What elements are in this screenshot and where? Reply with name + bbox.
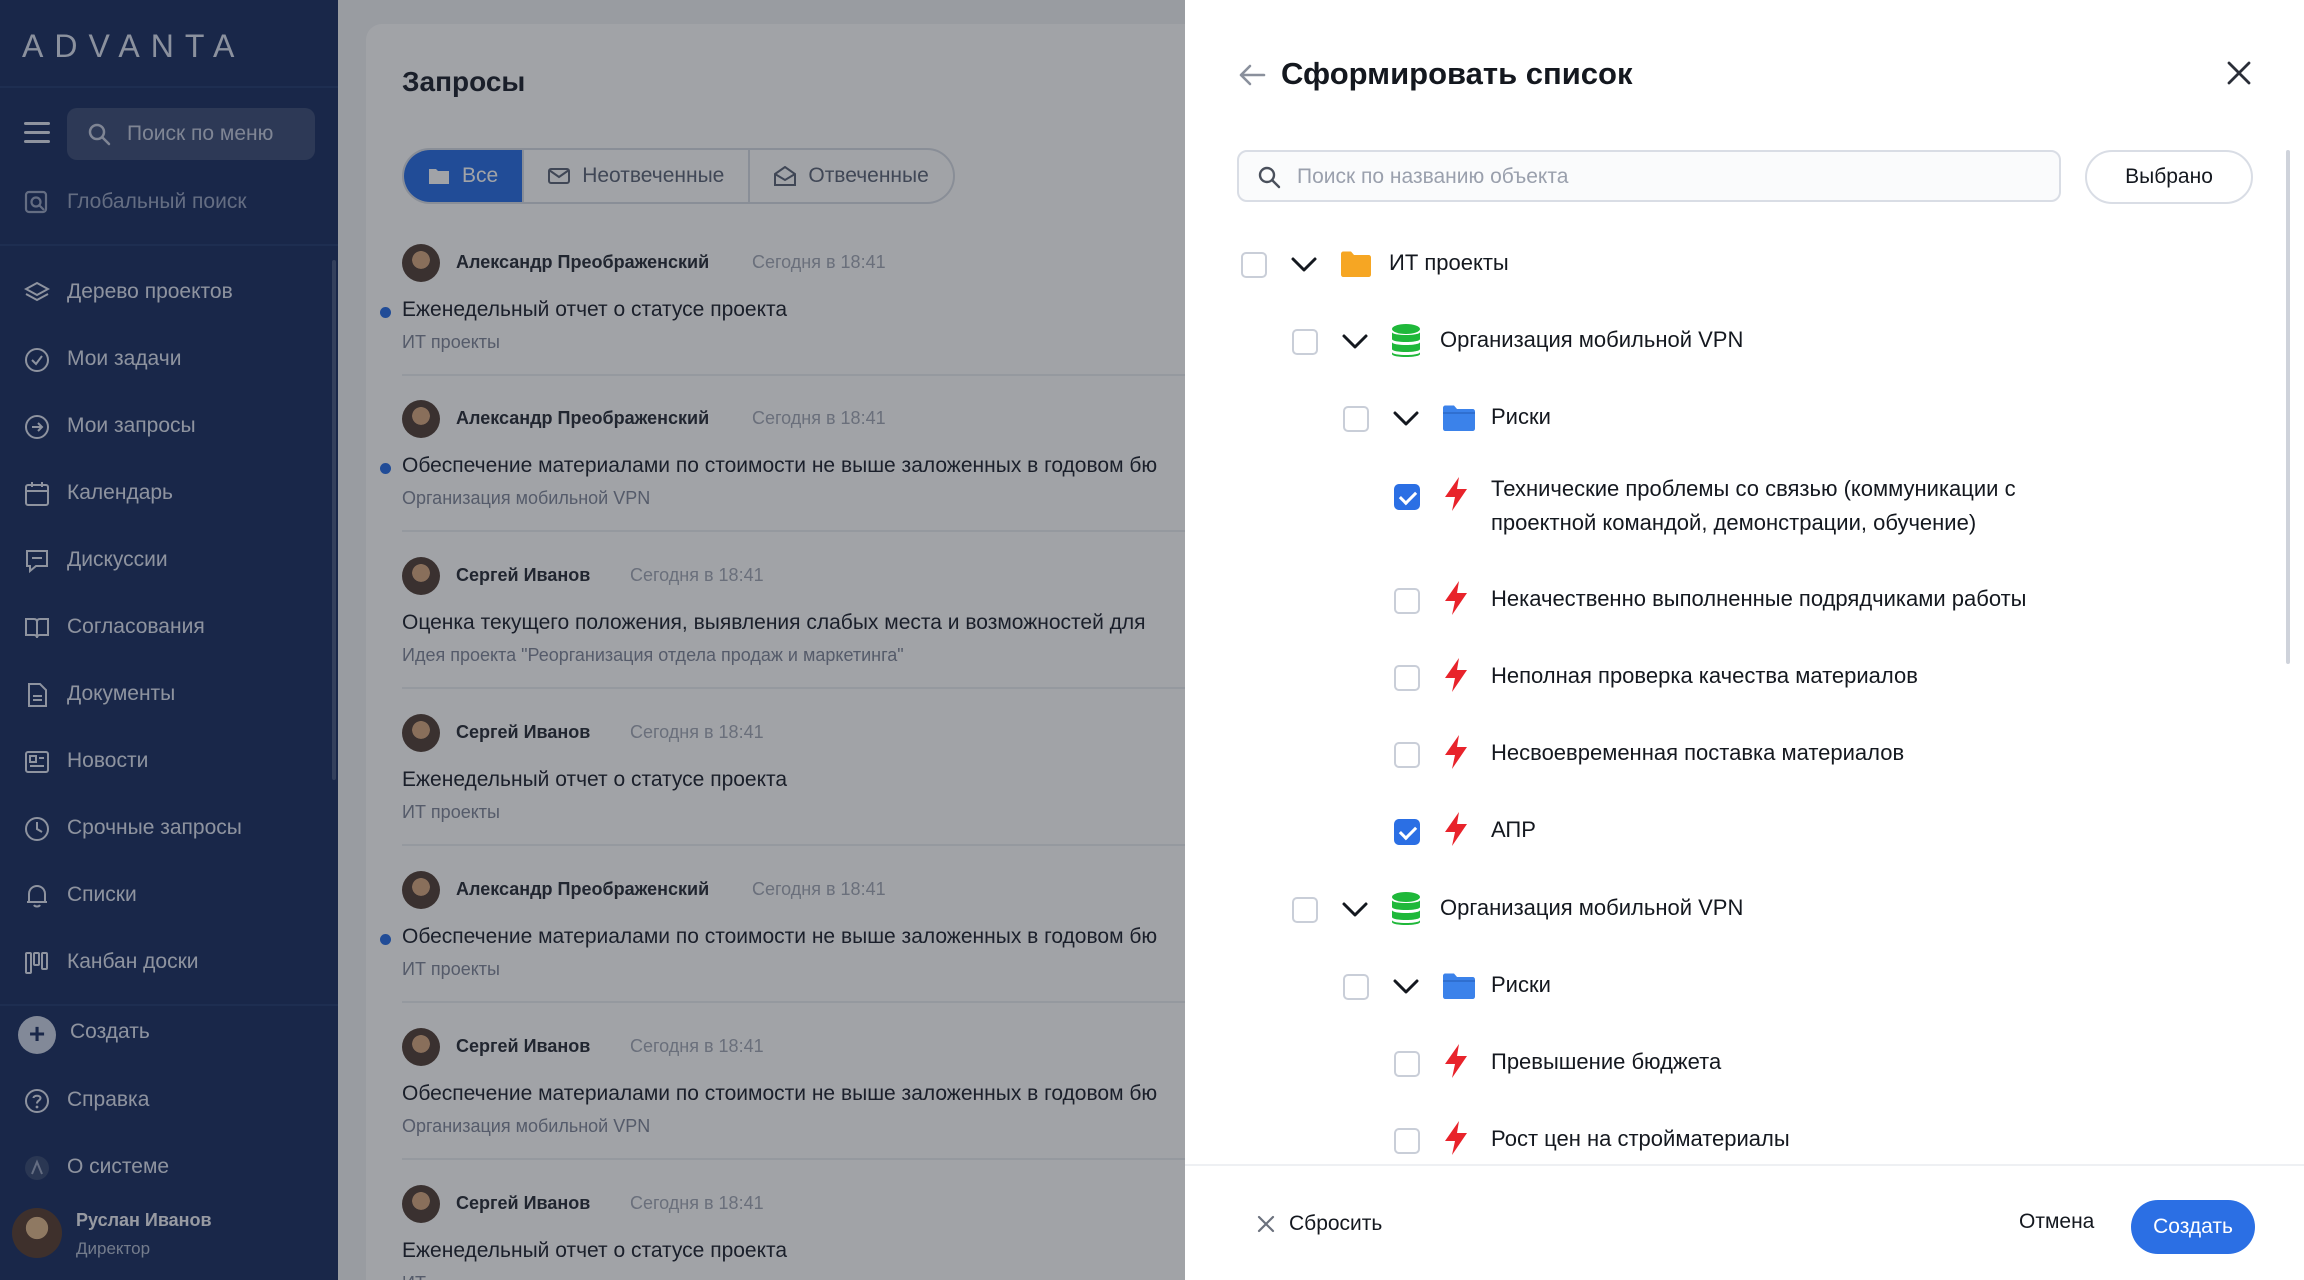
modal-backdrop[interactable] — [0, 0, 1185, 1280]
tree-checkbox[interactable] — [1394, 1128, 1420, 1154]
tree-checkbox[interactable] — [1241, 252, 1267, 278]
tree-node-label: Несвоевременная поставка материалов — [1491, 740, 1905, 765]
tree-checkbox[interactable] — [1292, 329, 1318, 355]
tree-checkbox[interactable] — [1394, 588, 1420, 614]
chevron-down-icon[interactable] — [1340, 331, 1370, 353]
object-search-field — [1237, 150, 2061, 202]
tree-node-label: Некачественно выполненные подрядчиками р… — [1491, 586, 2027, 611]
tree-node-label: Организация мобильной VPN — [1440, 895, 1744, 920]
chevron-down-icon[interactable] — [1340, 899, 1370, 921]
build-list-panel: Сформировать список Выбрано ИТ проекты О… — [1185, 0, 2304, 1280]
project-database-icon — [1392, 892, 1420, 925]
tree-checkbox[interactable] — [1343, 974, 1369, 1000]
lightning-risk-icon — [1445, 812, 1467, 846]
lightning-risk-icon — [1445, 581, 1467, 615]
cancel-button[interactable]: Отмена — [2019, 1210, 2094, 1234]
panel-scrollbar[interactable] — [2286, 150, 2290, 664]
lightning-risk-icon — [1445, 658, 1467, 692]
search-icon — [1258, 166, 1281, 189]
tree-node-label-continued: проектной командой, демонстрации, обучен… — [1491, 510, 1977, 535]
tree-checkbox[interactable] — [1394, 665, 1420, 691]
tree-node-label: Превышение бюджета — [1491, 1049, 1722, 1074]
tree-checkbox[interactable] — [1394, 1051, 1420, 1077]
lightning-risk-icon — [1445, 1121, 1467, 1155]
reset-button[interactable]: Сбросить — [1257, 1212, 1382, 1236]
tree-checkbox[interactable] — [1292, 897, 1318, 923]
tree-node-label: Риски — [1491, 972, 1551, 997]
chevron-down-icon[interactable] — [1391, 976, 1421, 998]
lightning-risk-icon — [1445, 1044, 1467, 1078]
folder-icon — [1443, 973, 1475, 999]
lightning-risk-icon — [1445, 477, 1467, 511]
selected-button[interactable]: Выбрано — [2085, 150, 2253, 204]
chevron-down-icon[interactable] — [1289, 254, 1319, 276]
tree-checkbox[interactable] — [1394, 484, 1420, 510]
panel-title: Сформировать список — [1281, 56, 1633, 91]
tree-node-label: ИТ проекты — [1389, 250, 1509, 275]
tree-node-label: Организация мобильной VPN — [1440, 327, 1744, 352]
folder-icon — [1443, 405, 1475, 431]
tree-checkbox[interactable] — [1394, 819, 1420, 845]
panel-footer: Сбросить Отмена Создать — [1185, 1164, 2304, 1280]
tree-node-label: Рост цен на стройматериалы — [1491, 1126, 1790, 1151]
tree-checkbox[interactable] — [1394, 742, 1420, 768]
create-button[interactable]: Создать — [2131, 1200, 2255, 1254]
object-search-input[interactable] — [1297, 160, 2037, 194]
close-icon — [1257, 1215, 1275, 1233]
tree-node-label: Технические проблемы со связью (коммуник… — [1491, 476, 2016, 501]
project-database-icon — [1392, 324, 1420, 357]
chevron-down-icon[interactable] — [1391, 408, 1421, 430]
reset-label: Сбросить — [1289, 1212, 1383, 1235]
tree-node-label: АПР — [1491, 817, 1536, 842]
folder-icon — [1341, 251, 1371, 277]
tree-node-label: Неполная проверка качества материалов — [1491, 663, 1918, 688]
tree-node-label: Риски — [1491, 404, 1551, 429]
tree-checkbox[interactable] — [1343, 406, 1369, 432]
lightning-risk-icon — [1445, 735, 1467, 769]
close-icon[interactable] — [2226, 60, 2252, 86]
back-arrow-icon[interactable] — [1237, 60, 1267, 90]
